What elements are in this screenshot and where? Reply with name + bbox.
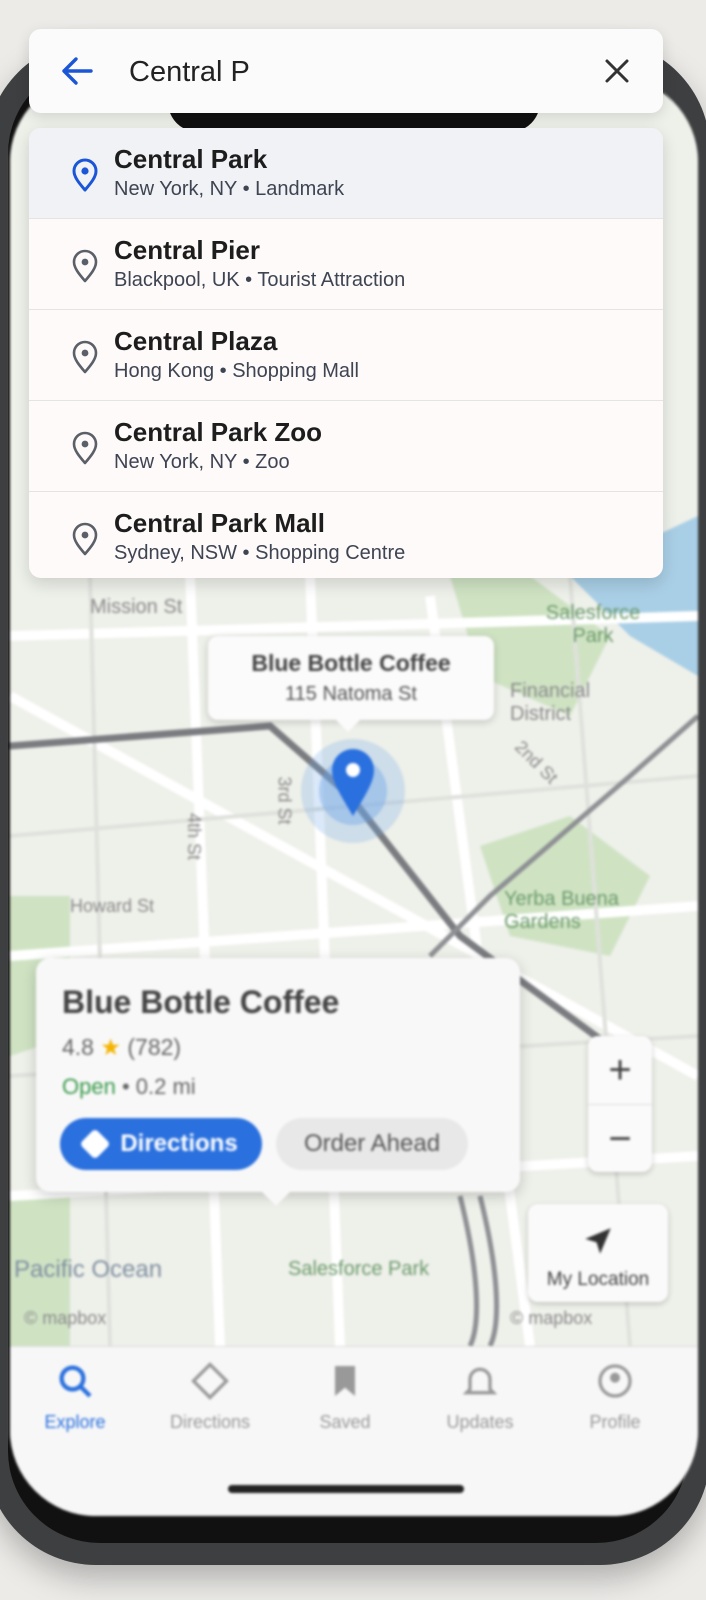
location-pin-icon xyxy=(72,249,98,283)
map-label-park: Salesforce Park xyxy=(545,602,641,647)
tab-label: Updates xyxy=(446,1412,514,1432)
zoom-controls: + − xyxy=(588,1036,652,1172)
directions-label: Directions xyxy=(120,1130,238,1157)
clear-search-button[interactable] xyxy=(597,51,637,91)
order-ahead-button[interactable]: Order Ahead xyxy=(276,1118,468,1170)
zoom-in-button[interactable]: + xyxy=(588,1036,652,1104)
search-result-item[interactable]: Central Park New York, NY • Landmark xyxy=(29,128,663,219)
map-label-gardens: Yerba Buena Gardens xyxy=(504,888,619,933)
search-bar xyxy=(29,29,663,113)
tab-label: Explore xyxy=(44,1412,106,1432)
tab-directions[interactable]: Directions xyxy=(155,1361,265,1433)
location-pin-icon xyxy=(72,340,98,374)
map-pin-callout[interactable]: Blue Bottle Coffee 115 Natoma St xyxy=(208,636,494,732)
result-name: Central Plaza xyxy=(114,326,278,356)
search-result-item[interactable]: Central Park Zoo New York, NY • Zoo xyxy=(29,401,663,492)
search-results-list: Central Park New York, NY • Landmark Cen… xyxy=(29,128,663,578)
place-status: Open • 0.2 mi xyxy=(62,1074,196,1100)
search-result-item[interactable]: Central Park Mall Sydney, NSW • Shopping… xyxy=(29,492,663,578)
result-subtitle: New York, NY • Zoo xyxy=(114,451,290,473)
location-pin-icon xyxy=(72,431,98,465)
zoom-out-button[interactable]: − xyxy=(588,1104,652,1173)
result-subtitle: Hong Kong • Shopping Mall xyxy=(114,360,359,382)
search-icon xyxy=(59,1365,92,1398)
map-attribution-right: © mapbox xyxy=(510,1308,593,1328)
tab-label: Saved xyxy=(319,1412,371,1432)
map-label-park-bottom: Salesforce Park xyxy=(288,1258,430,1280)
result-subtitle: New York, NY • Landmark xyxy=(114,178,345,200)
callout-title: Blue Bottle Coffee xyxy=(251,650,451,676)
search-input[interactable] xyxy=(127,47,571,97)
my-location-label: My Location xyxy=(546,1269,650,1290)
map-label-ocean: Pacific Ocean xyxy=(14,1256,163,1283)
directions-button[interactable]: Directions xyxy=(60,1118,262,1170)
arrow-left-icon xyxy=(62,57,93,85)
close-icon xyxy=(605,59,629,83)
map-attribution-left: © mapbox xyxy=(24,1308,107,1328)
open-status: Open xyxy=(62,1074,116,1099)
tab-label: Directions xyxy=(169,1412,251,1432)
bottom-tab-bar: Explore Directions Saved Updates Profile xyxy=(10,1346,698,1516)
tab-explore[interactable]: Explore xyxy=(20,1361,130,1433)
my-location-button[interactable]: My Location xyxy=(528,1204,668,1302)
result-name: Central Park Mall xyxy=(114,508,325,538)
place-card[interactable]: Blue Bottle Coffee 4.8 ★ (782) Open • 0.… xyxy=(36,958,520,1206)
map-label-street-vertical-2: 4th St xyxy=(184,812,205,861)
tab-label: Profile xyxy=(589,1412,641,1432)
back-button[interactable] xyxy=(57,53,97,89)
star-icon: ★ xyxy=(100,1034,121,1060)
tab-updates[interactable]: Updates xyxy=(425,1361,535,1433)
bell-icon xyxy=(462,1367,498,1395)
profile-icon xyxy=(598,1364,632,1398)
order-ahead-label: Order Ahead xyxy=(303,1130,441,1157)
result-name: Central Park xyxy=(114,144,268,174)
place-rating: 4.8 ★ (782) xyxy=(62,1034,181,1061)
review-count: (782) xyxy=(127,1034,182,1060)
tab-profile[interactable]: Profile xyxy=(560,1361,670,1433)
map-label-street-3: Howard St xyxy=(70,896,155,916)
directions-icon xyxy=(79,1128,111,1160)
place-title: Blue Bottle Coffee xyxy=(62,984,340,1020)
search-result-item[interactable]: Central Pier Blackpool, UK • Tourist Att… xyxy=(29,219,663,310)
result-name: Central Park Zoo xyxy=(114,417,323,447)
map-label-district: Financial District xyxy=(510,680,591,725)
result-subtitle: Blackpool, UK • Tourist Attraction xyxy=(114,269,406,291)
map-label-street: Mission St xyxy=(90,596,183,618)
place-distance: • 0.2 mi xyxy=(121,1074,196,1099)
callout-address: 115 Natoma St xyxy=(285,683,417,705)
location-pin-icon xyxy=(72,158,98,192)
navigation-arrow-icon xyxy=(528,1224,668,1263)
bookmark-icon xyxy=(335,1366,355,1396)
result-name: Central Pier xyxy=(114,235,260,265)
result-subtitle: Sydney, NSW • Shopping Centre xyxy=(114,542,406,564)
tab-saved[interactable]: Saved xyxy=(290,1361,400,1433)
search-result-item[interactable]: Central Plaza Hong Kong • Shopping Mall xyxy=(29,310,663,401)
home-indicator xyxy=(228,1485,464,1493)
rating-value: 4.8 xyxy=(62,1034,94,1060)
directions-icon xyxy=(191,1362,229,1400)
location-pin-icon xyxy=(72,522,98,556)
map-label-street-vertical: 3rd St xyxy=(274,776,295,825)
